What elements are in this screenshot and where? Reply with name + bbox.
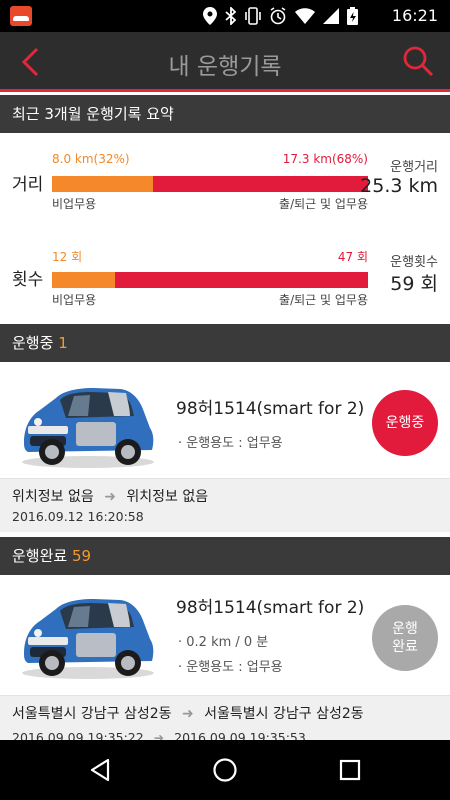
distance-personal-value: 8.0 km(32%) (52, 152, 130, 166)
trip-to: 위치정보 없음 (126, 489, 209, 505)
arrow-right-icon: ➜ (104, 489, 116, 505)
screen: 16:21 내 운행기록 최근 3개월 운행기록 요약 거리 8.0 km(32… (0, 0, 450, 800)
trip-card-completed[interactable]: 98허1514(smart for 2) · 0.2 km / 0 분 · 운행… (0, 575, 450, 755)
status-label-line-2: 완료 (392, 639, 418, 655)
status-label-line-1: 운행 (392, 621, 418, 637)
distance-personal-label: 비업무용 (52, 197, 97, 211)
page-title: 내 운행기록 (168, 54, 282, 80)
recents-square-icon (339, 759, 361, 781)
arrow-right-icon: ➜ (181, 706, 194, 722)
status-label: 운행 완료 (392, 620, 418, 656)
distance-business-label: 출/퇴근 및 업무용 (279, 197, 368, 211)
status-time: 16:21 (391, 6, 438, 25)
distance-bar (52, 176, 368, 192)
count-total-label: 운행횟수 (390, 255, 438, 270)
in-progress-header: 운행중 1 (0, 324, 450, 362)
count-business-value: 47 회 (337, 250, 368, 264)
alarm-icon (270, 7, 286, 25)
back-triangle-icon (90, 758, 110, 782)
trip-to: 서울특별시 강남구 삼성2동 (204, 706, 364, 722)
nav-home-button[interactable] (207, 752, 243, 788)
trip-from: 위치정보 없음 (12, 489, 94, 505)
in-progress-header-label: 운행중 (12, 334, 54, 352)
count-business-label: 출/퇴근 및 업무용 (279, 293, 368, 307)
status-badge-in-progress: 운행중 (372, 390, 438, 456)
count-personal-fill (52, 272, 116, 288)
trip-card-in-progress[interactable]: 98허1514(smart for 2) · 운행용도 : 업무용 운행중 위치… (0, 362, 450, 532)
wifi-icon (295, 8, 315, 24)
distance-label: 거리 (12, 175, 44, 195)
count-personal-value: 12 회 (52, 250, 83, 264)
trip-distance-time: · 0.2 km / 0 분 (178, 635, 269, 650)
count-personal-label: 비업무용 (52, 293, 97, 307)
status-label: 운행중 (385, 415, 425, 431)
location-icon (203, 7, 217, 25)
app-bar: 내 운행기록 (0, 32, 450, 92)
trip-start-time: 2016.09.12 16:20:58 (12, 509, 144, 524)
search-icon (403, 46, 434, 77)
summary-header: 최근 3개월 운행기록 요약 (0, 95, 450, 133)
trip-route: 위치정보 없음 ➜ 위치정보 없음 (12, 486, 208, 506)
distance-total-value: 25.3 km (360, 175, 438, 197)
status-badge-completed: 운행 완료 (372, 605, 438, 671)
trip-route: 서울특별시 강남구 삼성2동 ➜ 서울특별시 강남구 삼성2동 (12, 703, 364, 723)
distance-personal-fill (52, 176, 154, 192)
car-image (22, 599, 154, 679)
completed-header-label: 운행완료 (12, 547, 68, 565)
count-total-value: 59 회 (390, 273, 438, 295)
car-usage: · 운행용도 : 업무용 (178, 660, 283, 675)
summary-header-label: 최근 3개월 운행기록 요약 (12, 105, 174, 123)
completed-count: 59 (71, 547, 92, 565)
status-icons (203, 6, 358, 26)
battery-icon (347, 7, 358, 25)
status-bar: 16:21 (0, 0, 450, 32)
trip-location-row: 위치정보 없음 ➜ 위치정보 없음 2016.09.12 16:20:58 (0, 478, 450, 532)
completed-header: 운행완료 59 (0, 537, 450, 575)
count-label: 횟수 (12, 270, 44, 290)
trip-from: 서울특별시 강남구 삼성2동 (12, 706, 172, 722)
distance-business-value: 17.3 km(68%) (282, 152, 368, 166)
car-title: 98허1514(smart for 2) (176, 399, 365, 419)
count-bar (52, 272, 368, 288)
in-progress-count: 1 (58, 334, 68, 352)
car-image (22, 388, 154, 468)
nav-back-button[interactable] (82, 752, 118, 788)
home-circle-icon (213, 758, 237, 782)
vibrate-icon (245, 7, 261, 25)
nav-recents-button[interactable] (332, 752, 368, 788)
signal-icon (323, 8, 339, 24)
search-button[interactable] (398, 41, 438, 81)
car-usage: · 운행용도 : 업무용 (178, 436, 283, 451)
distance-total-label: 운행거리 (390, 160, 438, 175)
car-title: 98허1514(smart for 2) (176, 598, 365, 618)
app-notification-icon (10, 6, 32, 26)
bluetooth-icon (225, 7, 237, 25)
system-nav-bar (0, 740, 450, 800)
